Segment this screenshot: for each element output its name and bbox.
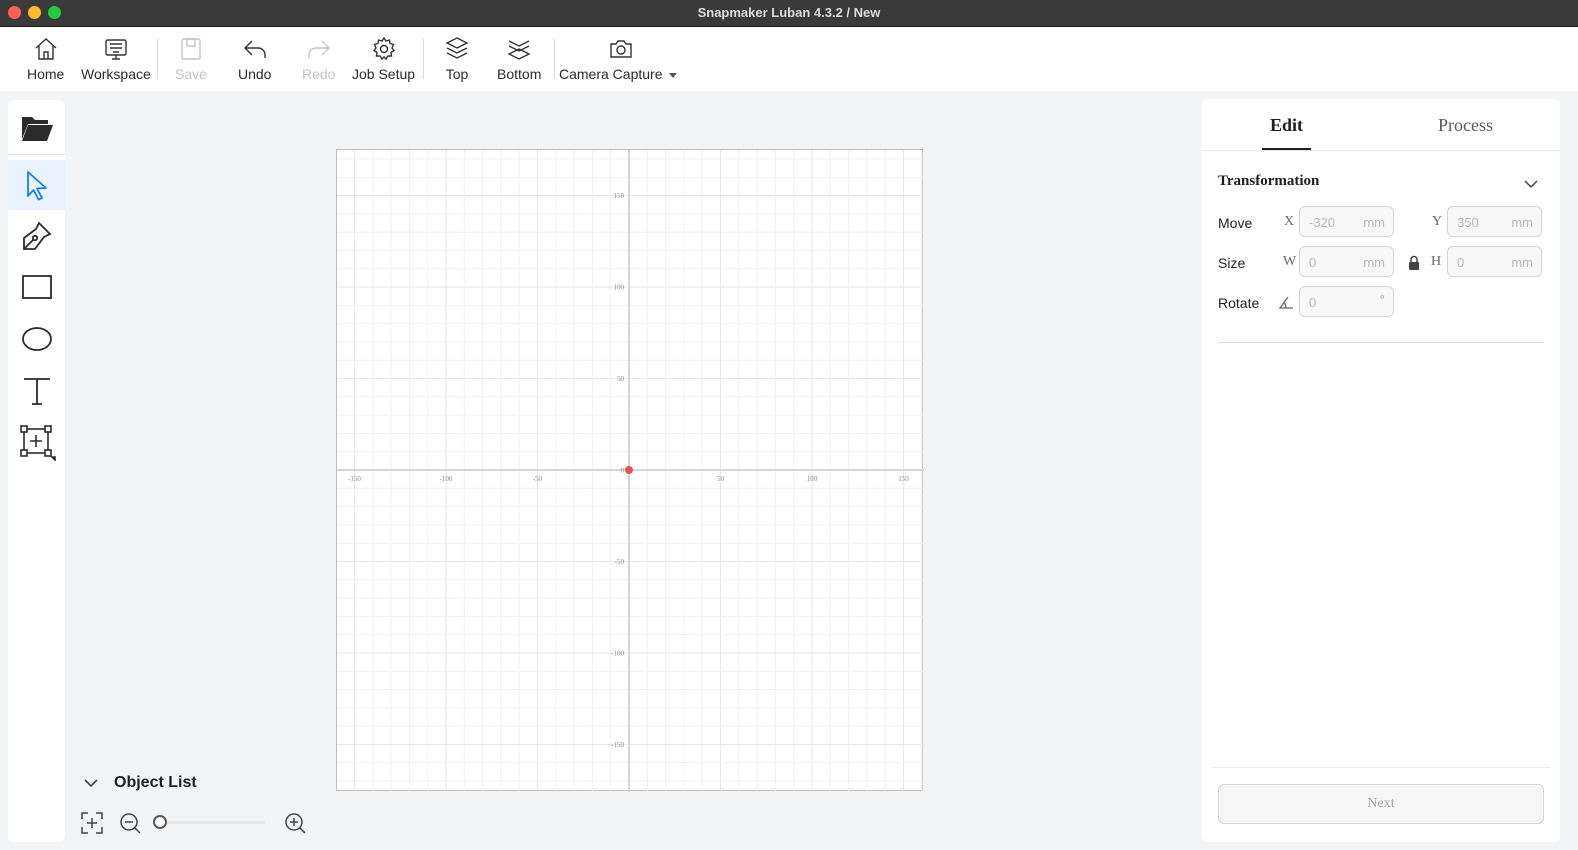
w-axis-label: W (1283, 254, 1297, 269)
zoom-controls (80, 811, 310, 837)
undo-label: Undo (238, 66, 272, 82)
size-height-field[interactable]: 0 mm (1447, 246, 1542, 277)
redo-icon (308, 40, 330, 58)
toolbar-separator (423, 39, 424, 79)
y-tick-label: 50 (617, 375, 625, 383)
x-tick-label: 50 (717, 475, 725, 483)
next-button[interactable]: Next (1218, 784, 1544, 824)
camera-capture-label: Camera Capture (559, 66, 677, 82)
rotate-label: Rotate (1218, 295, 1260, 311)
job-setup-label: Job Setup (352, 66, 416, 82)
text-icon (23, 378, 50, 405)
x-tick-label: -50 (533, 475, 543, 483)
workspace-label: Workspace (81, 66, 151, 82)
workspace-icon (105, 39, 127, 60)
y-tick-label: 0 (621, 467, 625, 475)
x-tick-label: 100 (807, 475, 818, 483)
layers-top-icon (445, 37, 469, 59)
chevron-down-icon[interactable] (1522, 175, 1540, 193)
move-x-field[interactable]: -320 mm (1299, 206, 1394, 237)
save-button[interactable]: Save (175, 35, 207, 87)
folder-open-icon (21, 117, 53, 141)
y-tick-label: 150 (614, 192, 625, 200)
select-tool-button[interactable] (8, 160, 65, 210)
y-tick-label: 100 (614, 284, 625, 292)
object-list-label: Object List (114, 774, 197, 791)
undo-icon (243, 40, 266, 58)
toolbar-separator (554, 39, 555, 79)
dropdown-caret-icon (668, 72, 677, 78)
x-tick-label: -150 (348, 475, 361, 483)
size-width-field[interactable]: 0 mm (1299, 246, 1394, 277)
redo-label: Redo (302, 66, 336, 82)
camera-capture-button[interactable]: Camera Capture (559, 35, 677, 87)
title-bar: Snapmaker Luban 4.3.2 / New (0, 0, 1578, 27)
move-y-field[interactable]: 350 mm (1447, 206, 1542, 237)
y-tick-label: -100 (611, 650, 624, 658)
open-file-button[interactable] (8, 103, 65, 153)
home-label: Home (27, 66, 65, 82)
angle-icon (1278, 296, 1293, 309)
ellipse-tool-button[interactable] (8, 314, 65, 364)
pen-icon (22, 221, 52, 250)
panel-tabs: Edit Process (1202, 99, 1560, 151)
rectangle-icon (21, 275, 52, 299)
window-title: Snapmaker Luban 4.3.2 / New (697, 5, 881, 20)
toolbar-separator (157, 39, 158, 79)
size-label: Size (1218, 255, 1246, 271)
x-tick-label: 150 (898, 475, 909, 483)
rectangle-tool-button[interactable] (8, 262, 65, 312)
pen-tool-button[interactable] (8, 211, 65, 261)
bottom-label: Bottom (497, 66, 542, 82)
fit-view-icon[interactable] (80, 811, 104, 835)
redo-button[interactable]: Redo (302, 35, 335, 87)
workspace-button[interactable]: Workspace (81, 35, 151, 87)
save-icon (181, 38, 201, 60)
bottom-button[interactable]: Bottom (497, 35, 541, 87)
zoom-in-icon[interactable] (283, 811, 307, 835)
main-toolbar: Home Workspace Save Undo Redo Job Setup … (0, 27, 1578, 91)
chevron-down-icon (84, 779, 98, 788)
canvas-grid: -150 -100 -50 50 100 150 150 100 50 0 -50 -100 -150 (337, 150, 924, 792)
y-axis-label: Y (1432, 214, 1443, 229)
origin-marker (625, 466, 633, 474)
x-axis-label: X (1284, 214, 1295, 229)
transformation-title: Transformation (1218, 173, 1320, 189)
right-panel: Edit Process Transformation Move X -320 … (1202, 99, 1560, 842)
footer-divider (1212, 767, 1550, 768)
zoom-out-icon[interactable] (118, 811, 142, 835)
top-label: Top (445, 66, 469, 82)
home-icon (35, 38, 57, 60)
add-frame-tool-button[interactable] (8, 417, 65, 467)
lock-icon[interactable] (1408, 255, 1420, 271)
text-tool-button[interactable] (8, 366, 65, 416)
zoom-slider-handle[interactable] (153, 815, 167, 829)
left-tool-divider (8, 154, 65, 155)
workspace-canvas[interactable]: -150 -100 -50 50 100 150 150 100 50 0 -50 -100 -150 (336, 149, 924, 792)
object-list-header[interactable]: Object List (80, 770, 197, 796)
x-tick-label: -100 (440, 475, 453, 483)
save-label: Save (175, 66, 207, 82)
gear-icon (372, 36, 395, 61)
section-divider (1218, 342, 1544, 343)
left-tool-bar (8, 100, 65, 842)
home-button[interactable]: Home (27, 35, 64, 87)
tab-edit[interactable]: Edit (1270, 115, 1303, 136)
active-tab-indicator (1262, 148, 1311, 150)
select-arrow-icon (26, 171, 47, 201)
camera-icon (610, 40, 632, 58)
tab-process[interactable]: Process (1438, 115, 1493, 136)
move-label: Move (1218, 215, 1253, 231)
add-frame-icon (19, 425, 56, 461)
rotate-field[interactable]: 0 ° (1299, 286, 1394, 317)
h-axis-label: H (1431, 254, 1442, 269)
undo-button[interactable]: Undo (238, 35, 271, 87)
job-setup-button[interactable]: Job Setup (352, 35, 415, 87)
ellipse-icon (21, 327, 52, 351)
layers-bottom-icon (507, 40, 531, 60)
zoom-slider-track[interactable] (160, 821, 265, 824)
top-button[interactable]: Top (443, 35, 471, 87)
y-tick-label: -50 (615, 558, 625, 566)
y-tick-label: -150 (611, 741, 624, 749)
